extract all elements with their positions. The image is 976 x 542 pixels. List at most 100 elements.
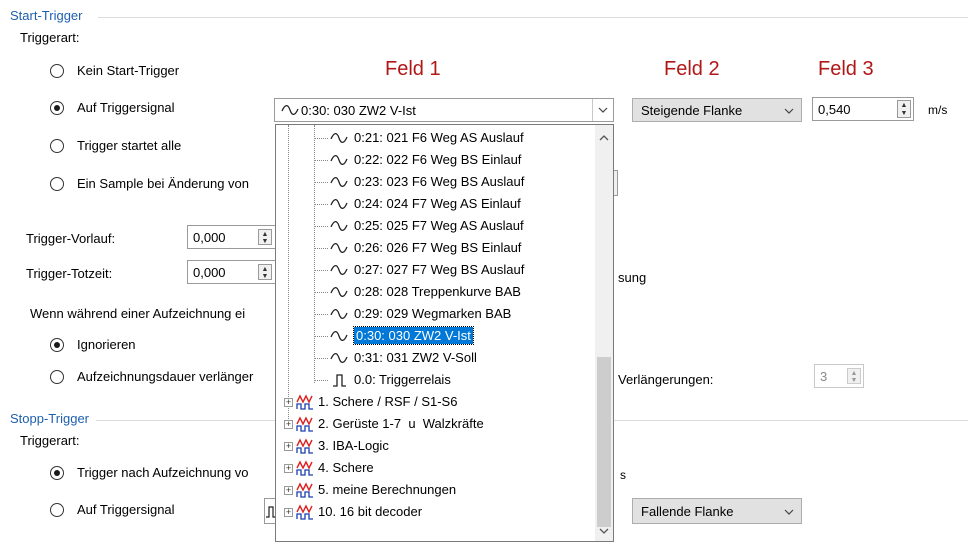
signal-list-item[interactable]: 0:27: 027 F7 Weg BS Auslauf xyxy=(276,259,596,281)
verlaengerungen-spinner[interactable]: ▲ ▼ xyxy=(847,368,861,384)
tree-line xyxy=(314,160,328,161)
signal-group-label: 4. Schere xyxy=(318,460,374,475)
radio-label-auf-triggersignal[interactable]: Auf Triggersignal xyxy=(77,100,175,115)
radio-label-stop-auf-triggersignal[interactable]: Auf Triggersignal xyxy=(77,502,175,517)
signal-list-item[interactable]: 0:28: 028 Treppenkurve BAB xyxy=(276,281,596,303)
dropdown-scrollbar[interactable] xyxy=(595,125,613,541)
tree-line xyxy=(314,248,328,249)
verlaengerungen-field[interactable]: 3 ▲ ▼ xyxy=(814,364,864,388)
expand-plus-icon[interactable]: + xyxy=(284,486,293,495)
chevron-down-icon xyxy=(784,108,794,114)
analog-signal-icon xyxy=(330,286,348,298)
scroll-up-icon[interactable] xyxy=(598,133,610,143)
signal-list-item[interactable]: 0:22: 022 F6 Weg BS Einlauf xyxy=(276,149,596,171)
signal-list-item-label: 0:24: 024 F7 Weg AS Einlauf xyxy=(354,196,521,211)
radio-label-ignorieren[interactable]: Ignorieren xyxy=(77,337,136,352)
tree-line xyxy=(314,226,328,227)
verlaengerungen-value: 3 xyxy=(820,369,828,384)
trigger-value-spinner[interactable]: ▲ ▼ xyxy=(897,100,911,118)
signal-dropdown-list[interactable]: 0:21: 021 F6 Weg AS Auslauf 0:22: 022 F6 … xyxy=(275,124,614,542)
scroll-down-icon[interactable] xyxy=(598,526,610,536)
signal-list-item[interactable]: 0:21: 021 F6 Weg AS Auslauf xyxy=(276,127,596,149)
radio-label-trigger-nach-aufzeichnung[interactable]: Trigger nach Aufzeichnung vo xyxy=(77,465,249,480)
signal-list-item[interactable]: 0:30: 030 ZW2 V-Ist xyxy=(276,325,596,347)
radio-kein-start-trigger[interactable] xyxy=(50,64,64,78)
signal-list-item-label: 0:29: 029 Wegmarken BAB xyxy=(354,306,512,321)
trigger-value-field[interactable]: 0,540 ▲ ▼ xyxy=(812,97,914,121)
signal-list-item[interactable]: 0:31: 031 ZW2 V-Soll xyxy=(276,347,596,369)
signal-list-item-label: 0:31: 031 ZW2 V-Soll xyxy=(354,350,477,365)
trigger-vorlauf-label: Trigger-Vorlauf: xyxy=(26,231,116,246)
signal-group-item[interactable]: +5. meine Berechnungen xyxy=(276,479,596,501)
signal-list-item[interactable]: 0:25: 025 F7 Weg AS Auslauf xyxy=(276,215,596,237)
signal-group-label: 3. IBA-Logic xyxy=(318,438,389,453)
expand-plus-icon[interactable]: + xyxy=(284,442,293,451)
signal-group-icon xyxy=(296,460,313,476)
signal-group-item[interactable]: +4. Schere xyxy=(276,457,596,479)
trigger-totzeit-spinner[interactable]: ▲ ▼ xyxy=(258,264,272,280)
radio-label-trigger-startet-alle[interactable]: Trigger startet alle xyxy=(77,138,181,153)
radio-aufzeichnungsdauer[interactable] xyxy=(50,370,64,384)
scrollbar-thumb[interactable] xyxy=(597,357,611,527)
tree-line xyxy=(314,292,328,293)
radio-trigger-startet-alle[interactable] xyxy=(50,139,64,153)
signal-group-icon xyxy=(296,416,313,432)
expand-plus-icon[interactable]: + xyxy=(284,420,293,429)
tree-line xyxy=(314,182,328,183)
signal-list-item-label: 0:28: 028 Treppenkurve BAB xyxy=(354,284,521,299)
signal-group-icon xyxy=(296,438,313,454)
signal-select[interactable]: 0:30: 030 ZW2 V-Ist xyxy=(274,98,614,122)
tree-line xyxy=(314,138,328,139)
radio-trigger-nach-aufzeichnung[interactable] xyxy=(50,466,64,480)
signal-group-item[interactable]: +2. Gerüste 1-7 u Walzkräfte xyxy=(276,413,596,435)
trigger-value: 0,540 xyxy=(818,102,851,117)
signal-list-item[interactable]: 0:24: 024 F7 Weg AS Einlauf xyxy=(276,193,596,215)
stop-trigger-group-title: Stopp-Trigger xyxy=(10,411,89,426)
group-divider xyxy=(96,420,276,421)
signal-group-item[interactable]: +10. 16 bit decoder xyxy=(276,501,596,523)
trigger-vorlauf-field[interactable]: 0,000 ▲ ▼ xyxy=(187,225,277,249)
signal-select-chevron-icon[interactable] xyxy=(592,99,613,121)
signal-group-item[interactable]: +1. Schere / RSF / S1-S6 xyxy=(276,391,596,413)
radio-ignorieren[interactable] xyxy=(50,338,64,352)
expand-plus-icon[interactable]: + xyxy=(284,398,293,407)
tree-line xyxy=(314,204,328,205)
signal-group-label: 10. 16 bit decoder xyxy=(318,504,423,519)
signal-list-item[interactable]: 0.0: Triggerrelais xyxy=(276,369,596,391)
analog-signal-icon xyxy=(330,176,348,188)
signal-select-value: 0:30: 030 ZW2 V-Ist xyxy=(301,103,416,118)
feld-3-label: Feld 3 xyxy=(818,58,874,80)
signal-list-item[interactable]: 0:23: 023 F6 Weg BS Auslauf xyxy=(276,171,596,193)
analog-signal-icon xyxy=(330,154,348,166)
radio-stop-auf-triggersignal[interactable] xyxy=(50,503,64,517)
signal-list-item-label: 0:27: 027 F7 Weg BS Auslauf xyxy=(354,262,525,277)
signal-list-item-label: 0.0: Triggerrelais xyxy=(354,372,451,387)
tree-line xyxy=(314,358,328,359)
radio-label-kein-start-trigger[interactable]: Kein Start-Trigger xyxy=(77,63,179,78)
signal-list-item-label: 0:22: 022 F6 Weg BS Einlauf xyxy=(354,152,522,167)
flank-select-value: Steigende Flanke xyxy=(641,103,743,118)
digital-signal-icon xyxy=(333,374,346,387)
signal-list-item[interactable]: 0:26: 026 F7 Weg BS Einlauf xyxy=(276,237,596,259)
expand-plus-icon[interactable]: + xyxy=(284,508,293,517)
radio-label-ein-sample[interactable]: Ein Sample bei Änderung von xyxy=(77,176,249,191)
signal-list-item-label: 0:21: 021 F6 Weg AS Auslauf xyxy=(354,130,524,145)
signal-list-item-label: 0:26: 026 F7 Weg BS Einlauf xyxy=(354,240,522,255)
trigger-vorlauf-spinner[interactable]: ▲ ▼ xyxy=(258,229,272,245)
trigger-totzeit-field[interactable]: 0,000 ▲ ▼ xyxy=(187,260,277,284)
signal-group-item[interactable]: +3. IBA-Logic xyxy=(276,435,596,457)
radio-ein-sample[interactable] xyxy=(50,177,64,191)
flank-select[interactable]: Steigende Flanke xyxy=(632,98,802,122)
signal-list-item[interactable]: 0:29: 029 Wegmarken BAB xyxy=(276,303,596,325)
totzeit-suffix-text: sung xyxy=(618,270,647,285)
radio-auf-triggersignal[interactable] xyxy=(50,101,64,115)
stop-triggerart-label: Triggerart: xyxy=(20,433,80,448)
signal-list-item-label: 0:25: 025 F7 Weg AS Auslauf xyxy=(354,218,524,233)
analog-signal-icon xyxy=(330,308,348,320)
radio-label-aufzeichnungsdauer[interactable]: Aufzeichnungsdauer verlänger xyxy=(77,369,253,384)
expand-plus-icon[interactable]: + xyxy=(284,464,293,473)
signal-group-label: 5. meine Berechnungen xyxy=(318,482,457,497)
feld-2-label: Feld 2 xyxy=(664,58,720,80)
analog-signal-icon xyxy=(330,264,348,276)
stop-flank-select[interactable]: Fallende Flanke xyxy=(632,498,802,524)
